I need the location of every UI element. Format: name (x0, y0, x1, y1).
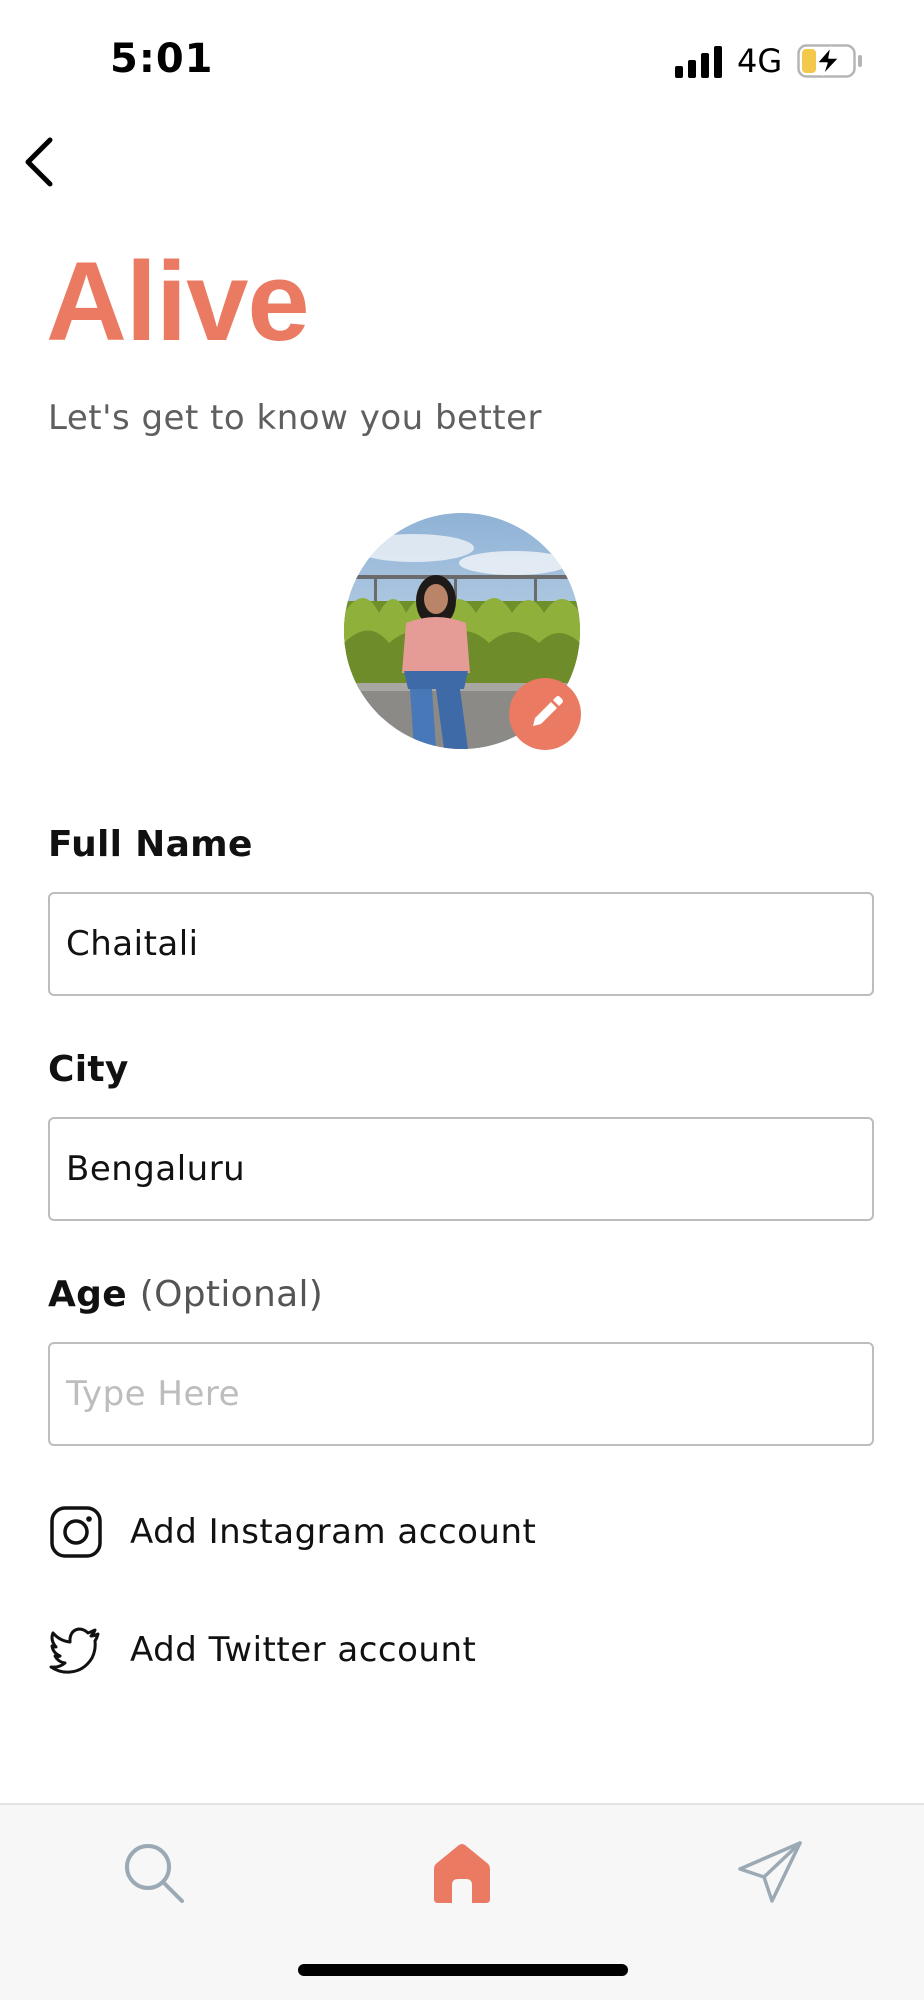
profile-photo-section (344, 513, 581, 750)
city-label: City (48, 1049, 129, 1090)
nav-home-button[interactable] (422, 1833, 502, 1913)
home-indicator (298, 1964, 628, 1976)
back-button[interactable] (14, 130, 74, 194)
instagram-icon (50, 1506, 102, 1558)
chevron-left-icon (25, 137, 53, 187)
city-label-text: City (48, 1049, 129, 1090)
full-name-input[interactable] (48, 892, 874, 996)
age-label: Age (Optional) (48, 1274, 323, 1315)
full-name-label-text: Full Name (48, 824, 253, 865)
home-icon (434, 1844, 490, 1903)
age-label-text: Age (48, 1274, 127, 1315)
add-twitter-label: Add Twitter account (130, 1630, 477, 1670)
app-title: Alive (46, 239, 310, 364)
battery-charging-icon (797, 44, 862, 78)
signal-bars-icon (675, 46, 722, 78)
add-instagram-button[interactable]: Add Instagram account (48, 1504, 648, 1564)
send-icon (738, 1841, 802, 1903)
page-subtitle: Let's get to know you better (48, 398, 543, 438)
full-name-label: Full Name (48, 824, 253, 865)
network-type: 4G (737, 42, 783, 80)
age-input[interactable] (48, 1342, 874, 1446)
city-input[interactable] (48, 1117, 874, 1221)
status-bar: 5:01 4G (0, 0, 924, 120)
twitter-icon (49, 1627, 100, 1674)
add-twitter-button[interactable]: Add Twitter account (48, 1622, 648, 1682)
nav-send-button[interactable] (728, 1833, 808, 1913)
add-instagram-label: Add Instagram account (130, 1512, 537, 1552)
nav-search-button[interactable] (114, 1833, 194, 1913)
pencil-icon (533, 696, 563, 726)
age-optional-hint: (Optional) (139, 1274, 324, 1315)
edit-photo-button[interactable] (509, 678, 581, 750)
status-time: 5:01 (110, 36, 214, 82)
search-icon (125, 1844, 184, 1903)
